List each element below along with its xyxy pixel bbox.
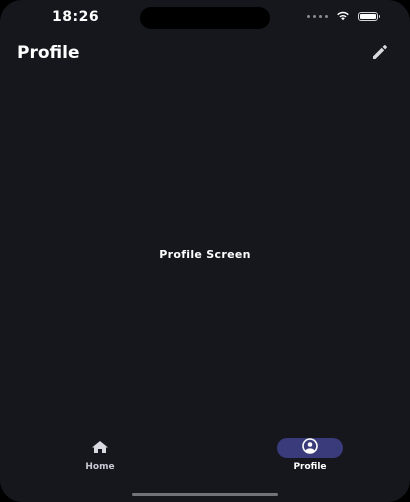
pencil-icon <box>370 42 390 66</box>
home-indicator[interactable] <box>132 493 278 496</box>
app-header: Profile <box>0 40 410 68</box>
main-content: Profile Screen <box>0 80 410 432</box>
status-icons <box>307 11 380 21</box>
battery-icon <box>358 11 380 21</box>
nav-icon-wrap-active <box>277 438 343 458</box>
nav-icon-wrap <box>67 438 133 458</box>
wifi-icon <box>336 11 350 21</box>
nav-label-profile: Profile <box>293 462 327 472</box>
page-title: Profile <box>17 43 80 63</box>
screen-label: Profile Screen <box>159 248 251 261</box>
bottom-nav: Home Profile <box>0 438 410 478</box>
status-bar: 18:26 <box>0 0 410 36</box>
status-time: 18:26 <box>52 9 100 25</box>
phone-screen: 18:26 Profile Profile Screen Home Profil… <box>0 0 410 502</box>
profile-icon <box>302 438 318 458</box>
nav-item-home[interactable]: Home <box>40 438 160 478</box>
home-icon <box>91 439 109 458</box>
nav-label-home: Home <box>85 462 115 472</box>
edit-button[interactable] <box>368 43 392 65</box>
dynamic-island <box>140 7 270 29</box>
nav-item-profile[interactable]: Profile <box>250 438 370 478</box>
cellular-signal-icon <box>307 14 328 18</box>
